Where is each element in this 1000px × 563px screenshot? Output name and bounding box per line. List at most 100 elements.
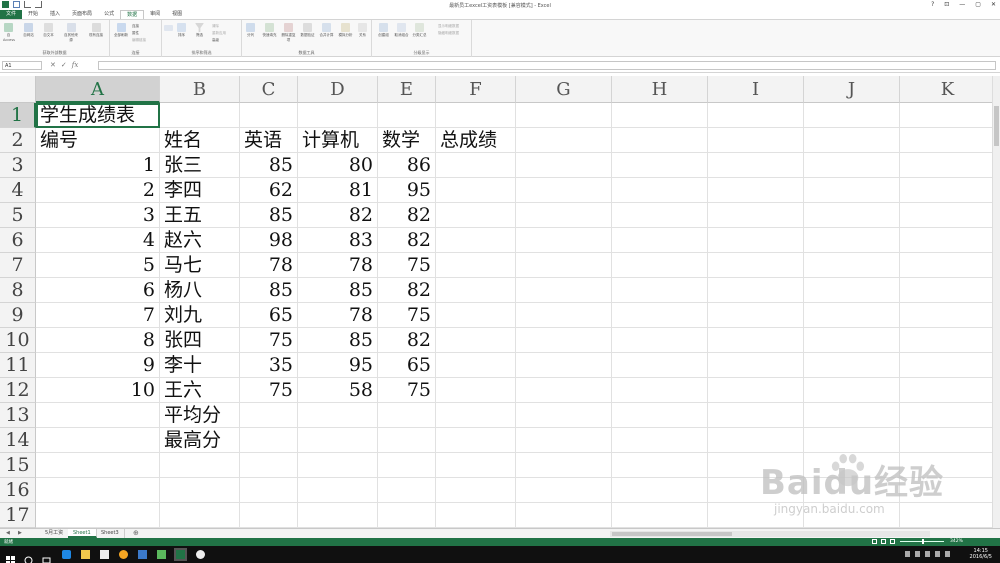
tab-insert[interactable]: 插入 bbox=[44, 10, 66, 19]
cell-h11[interactable] bbox=[612, 353, 708, 378]
cell-e2[interactable]: 数学 bbox=[378, 128, 436, 153]
horizontal-scrollbar[interactable] bbox=[610, 531, 930, 537]
cell-i5[interactable] bbox=[708, 203, 804, 228]
cell-c7[interactable]: 78 bbox=[240, 253, 298, 278]
cell-f16[interactable] bbox=[436, 478, 516, 503]
cell-k5[interactable] bbox=[900, 203, 996, 228]
help-button[interactable]: ? bbox=[931, 1, 934, 8]
cell-k12[interactable] bbox=[900, 378, 996, 403]
row-header-7[interactable]: 7 bbox=[0, 253, 36, 278]
cell-c17[interactable] bbox=[240, 503, 298, 528]
cell-d9[interactable]: 78 bbox=[298, 303, 378, 328]
cell-f1[interactable] bbox=[436, 103, 516, 128]
cell-j4[interactable] bbox=[804, 178, 900, 203]
column-header-j[interactable]: J bbox=[804, 76, 900, 103]
cell-h12[interactable] bbox=[612, 378, 708, 403]
cell-a6[interactable]: 4 bbox=[36, 228, 160, 253]
tab-view[interactable]: 视图 bbox=[166, 10, 188, 19]
cell-h10[interactable] bbox=[612, 328, 708, 353]
cell-f13[interactable] bbox=[436, 403, 516, 428]
cell-d2[interactable]: 计算机 bbox=[298, 128, 378, 153]
cell-d16[interactable] bbox=[298, 478, 378, 503]
cancel-icon[interactable]: ✕ bbox=[50, 61, 56, 70]
cell-b10[interactable]: 张四 bbox=[160, 328, 240, 353]
cell-j8[interactable] bbox=[804, 278, 900, 303]
cell-e13[interactable] bbox=[378, 403, 436, 428]
cell-c11[interactable]: 35 bbox=[240, 353, 298, 378]
row-header-16[interactable]: 16 bbox=[0, 478, 36, 503]
cell-j5[interactable] bbox=[804, 203, 900, 228]
cell-k10[interactable] bbox=[900, 328, 996, 353]
cell-c3[interactable]: 85 bbox=[240, 153, 298, 178]
cell-g17[interactable] bbox=[516, 503, 612, 528]
cell-k8[interactable] bbox=[900, 278, 996, 303]
cell-f2[interactable]: 总成绩 bbox=[436, 128, 516, 153]
cell-g11[interactable] bbox=[516, 353, 612, 378]
cell-i7[interactable] bbox=[708, 253, 804, 278]
column-header-a[interactable]: A bbox=[36, 76, 160, 103]
cell-k6[interactable] bbox=[900, 228, 996, 253]
tab-formulas[interactable]: 公式 bbox=[98, 10, 120, 19]
cell-k7[interactable] bbox=[900, 253, 996, 278]
cell-k11[interactable] bbox=[900, 353, 996, 378]
cell-e16[interactable] bbox=[378, 478, 436, 503]
cell-g5[interactable] bbox=[516, 203, 612, 228]
row-header-10[interactable]: 10 bbox=[0, 328, 36, 353]
cell-f9[interactable] bbox=[436, 303, 516, 328]
cell-a9[interactable]: 7 bbox=[36, 303, 160, 328]
cell-h17[interactable] bbox=[612, 503, 708, 528]
show-detail-button[interactable]: 显示明细数据 bbox=[438, 24, 459, 29]
app-icon[interactable] bbox=[138, 550, 147, 559]
scroll-thumb[interactable] bbox=[994, 106, 999, 146]
cell-k13[interactable] bbox=[900, 403, 996, 428]
cell-i4[interactable] bbox=[708, 178, 804, 203]
clock[interactable]: 14:15 2016/6/5 bbox=[970, 548, 992, 560]
cell-h8[interactable] bbox=[612, 278, 708, 303]
cell-c16[interactable] bbox=[240, 478, 298, 503]
start-icon[interactable] bbox=[6, 550, 15, 563]
cell-b5[interactable]: 王五 bbox=[160, 203, 240, 228]
cell-c14[interactable] bbox=[240, 428, 298, 453]
cell-f6[interactable] bbox=[436, 228, 516, 253]
cell-c13[interactable] bbox=[240, 403, 298, 428]
normal-view-icon[interactable] bbox=[872, 539, 877, 544]
cell-j14[interactable] bbox=[804, 428, 900, 453]
cell-f12[interactable] bbox=[436, 378, 516, 403]
cell-j16[interactable] bbox=[804, 478, 900, 503]
cell-e5[interactable]: 82 bbox=[378, 203, 436, 228]
cell-h2[interactable] bbox=[612, 128, 708, 153]
name-box[interactable]: A1 bbox=[2, 61, 42, 70]
cell-a17[interactable] bbox=[36, 503, 160, 528]
cell-e8[interactable]: 82 bbox=[378, 278, 436, 303]
cell-c2[interactable]: 英语 bbox=[240, 128, 298, 153]
sheet-tab-sheet1[interactable]: Sheet1 bbox=[68, 529, 97, 538]
cell-j9[interactable] bbox=[804, 303, 900, 328]
cell-c9[interactable]: 65 bbox=[240, 303, 298, 328]
cell-d15[interactable] bbox=[298, 453, 378, 478]
refresh-all-button[interactable]: 全部刷新 bbox=[113, 23, 129, 38]
cell-i14[interactable] bbox=[708, 428, 804, 453]
remove-duplicates-button[interactable]: 删除重复项 bbox=[281, 23, 296, 43]
consolidate-button[interactable]: 合并计算 bbox=[319, 23, 334, 38]
cell-g6[interactable] bbox=[516, 228, 612, 253]
edit-links-button[interactable]: 编辑链接 bbox=[132, 38, 146, 43]
cell-h14[interactable] bbox=[612, 428, 708, 453]
cell-a2[interactable]: 编号 bbox=[36, 128, 160, 153]
cell-a13[interactable] bbox=[36, 403, 160, 428]
sheet-tab-may-salary[interactable]: 5月工资 bbox=[40, 529, 70, 538]
relationships-button[interactable]: 关系 bbox=[357, 23, 368, 38]
column-header-f[interactable]: F bbox=[436, 76, 516, 103]
cell-b3[interactable]: 张三 bbox=[160, 153, 240, 178]
from-other-sources-button[interactable]: 自其他来源 bbox=[63, 23, 79, 43]
cell-i13[interactable] bbox=[708, 403, 804, 428]
cell-c8[interactable]: 85 bbox=[240, 278, 298, 303]
subtotal-button[interactable]: 分类汇总 bbox=[412, 23, 427, 38]
connections-button[interactable]: 连接 bbox=[132, 24, 139, 29]
cell-a4[interactable]: 2 bbox=[36, 178, 160, 203]
cell-h13[interactable] bbox=[612, 403, 708, 428]
task-view-icon[interactable] bbox=[42, 550, 51, 563]
sort-az-icon[interactable] bbox=[164, 25, 173, 32]
what-if-analysis-button[interactable]: 模拟分析 bbox=[338, 23, 353, 38]
row-header-9[interactable]: 9 bbox=[0, 303, 36, 328]
cell-c6[interactable]: 98 bbox=[240, 228, 298, 253]
